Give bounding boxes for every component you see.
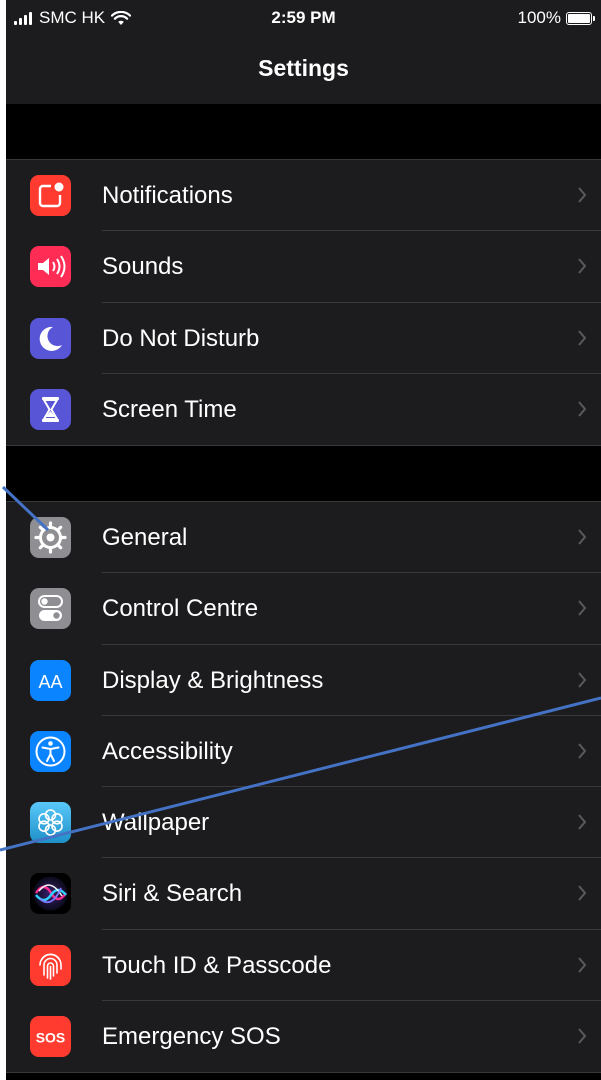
navigation-bar: Settings [6,34,601,104]
settings-row-siri-search[interactable]: Siri & Search [6,858,601,930]
accessibility-icon [30,730,71,772]
settings-row-display-brightness[interactable]: AA Display & Brightness [6,645,601,716]
settings-row-label: Touch ID & Passcode [102,951,332,979]
fingerprint-icon [30,944,71,986]
settings-row-label: General [102,524,188,551]
toggles-icon [30,588,71,630]
settings-row-emergency-sos[interactable]: SOS Emergency SOS [6,1001,601,1072]
chevron-right-icon [578,814,587,830]
settings-row-touch-id-passcode[interactable]: Touch ID & Passcode [6,930,601,1002]
chevron-right-icon [578,187,587,203]
chevron-right-icon [578,600,587,616]
status-right: 100% [518,8,595,28]
chevron-right-icon [578,1028,587,1044]
settings-row-label: Emergency SOS [102,1023,281,1051]
settings-group-2: General Control Centre AA Display & Brig… [6,501,601,1074]
moon-icon [30,317,71,359]
chevron-right-icon [578,743,587,759]
settings-row-screen-time[interactable]: Screen Time [6,374,601,445]
gear-icon [30,517,71,558]
hourglass-icon [30,388,71,430]
status-bar: SMC HK 2:59 PM 100% [6,0,601,34]
settings-row-do-not-disturb[interactable]: Do Not Disturb [6,303,601,374]
settings-row-label: Screen Time [102,395,237,423]
settings-row-label: Accessibility [102,737,233,765]
chevron-right-icon [578,529,587,545]
settings-row-label: Sounds [102,253,184,281]
sounds-icon [30,246,71,288]
flower-icon [30,802,71,844]
settings-row-label: Wallpaper [102,809,210,837]
chevron-right-icon [578,671,587,688]
settings-row-label: Do Not Disturb [102,324,260,352]
battery-cap [593,15,595,21]
chevron-right-icon [578,885,587,902]
page-title: Settings [258,55,349,81]
text-size-icon: AA [30,659,71,701]
settings-group-1: Notifications Sounds Do Not Disturb Scre… [6,159,601,447]
settings-row-label: Notifications [102,182,233,209]
settings-row-wallpaper[interactable]: Wallpaper [6,787,601,859]
settings-row-general[interactable]: General [6,502,601,574]
settings-row-label: Siri & Search [102,880,243,908]
settings-row-accessibility[interactable]: Accessibility [6,716,601,788]
settings-row-sounds[interactable]: Sounds [6,231,601,303]
chevron-right-icon [578,329,587,346]
svg-text:AA: AA [38,672,62,692]
svg-text:SOS: SOS [36,1030,66,1046]
battery-icon [566,11,592,25]
settings-row-notifications[interactable]: Notifications [6,160,601,232]
settings-screen: SMC HK 2:59 PM 100% Settings Notificatio… [6,0,601,1080]
sos-icon: SOS [30,1016,71,1058]
chevron-right-icon [578,957,587,973]
settings-row-control-centre[interactable]: Control Centre [6,573,601,645]
settings-row-label: Display & Brightness [102,666,324,694]
siri-icon [30,873,71,915]
chevron-right-icon [578,258,587,274]
settings-row-label: Control Centre [102,595,259,623]
battery-percentage: 100% [517,8,561,27]
notifications-icon [30,175,71,216]
status-time: 2:59 PM [271,8,336,27]
chevron-right-icon [578,401,587,417]
